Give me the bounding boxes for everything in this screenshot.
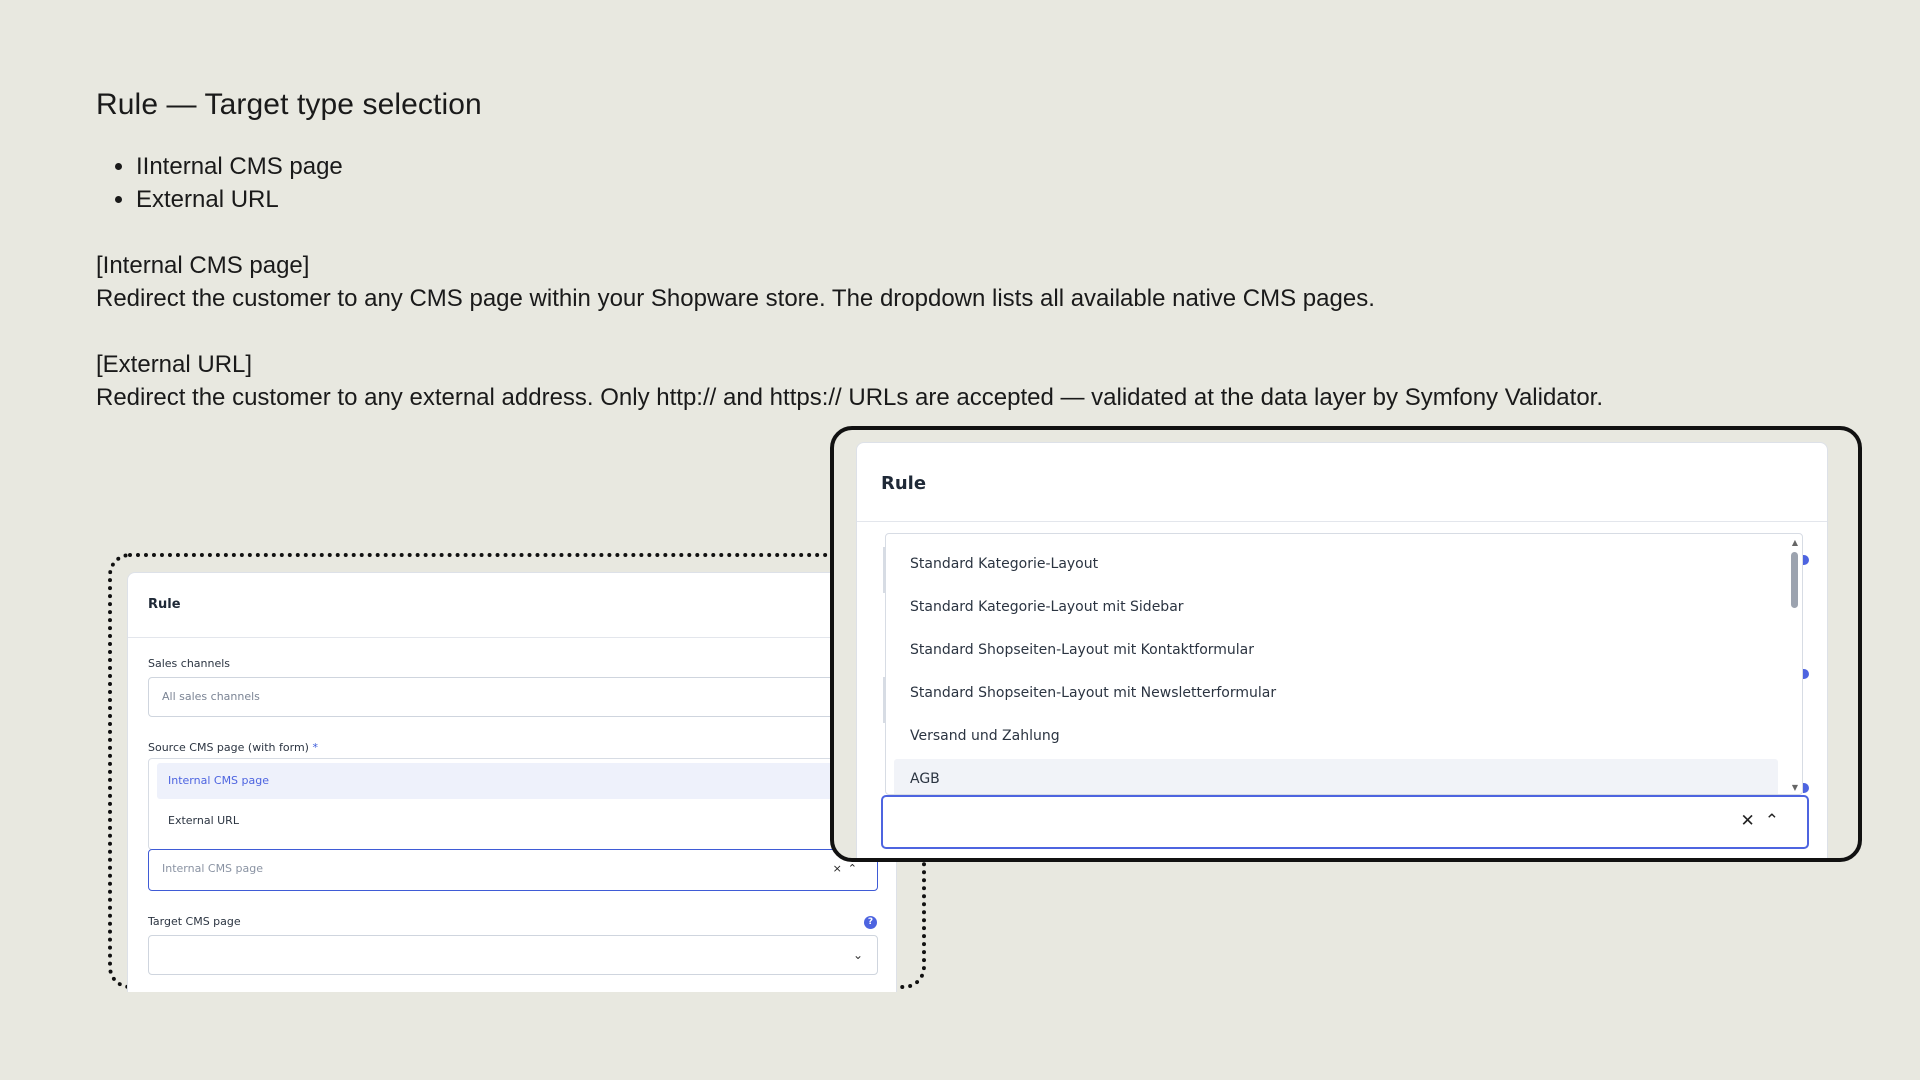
list-item: External URL <box>136 183 1796 216</box>
close-icon[interactable]: ✕ <box>1741 811 1765 831</box>
card-title: Rule <box>857 443 1827 522</box>
option-agb[interactable]: AGB <box>894 759 1778 794</box>
target-type-select[interactable]: Internal CMS page ×⌃ <box>148 849 878 891</box>
rule-card-cms-list: Rule Standard Kategorie-Layout Standard … <box>856 442 1828 858</box>
option-internal-cms-page[interactable]: Internal CMS page <box>157 763 869 799</box>
cms-page-dropdown: Standard Kategorie-Layout Standard Kateg… <box>885 533 1803 795</box>
option-external-url[interactable]: External URL <box>157 803 869 839</box>
target-type-dropdown: Internal CMS page External URL <box>148 758 878 850</box>
scroll-up-icon[interactable]: ▲ <box>1792 538 1798 547</box>
scroll-down-icon[interactable]: ▼ <box>1792 783 1798 792</box>
doc-section: Rule — Target type selection IInternal C… <box>96 88 1796 414</box>
target-type-list: IInternal CMS page External URL <box>136 150 1796 216</box>
target-cms-label: Target CMS page <box>148 915 241 928</box>
close-icon[interactable]: × <box>833 862 848 875</box>
sales-channels-label: Sales channels <box>148 657 231 670</box>
section-internal-text: Redirect the customer to any CMS page wi… <box>96 285 1375 312</box>
required-mark: * <box>312 741 318 754</box>
rule-card-internal: Rule Sales channels All sales channels S… <box>127 572 897 992</box>
section-external-text: Redirect the customer to any external ad… <box>96 384 1604 411</box>
chevron-up-icon[interactable]: ⌃ <box>848 862 863 875</box>
sales-channels-placeholder: All sales channels <box>162 690 260 703</box>
chevron-down-icon: ⌄ <box>852 948 863 962</box>
option-shopseiten-newsletterformular[interactable]: Standard Shopseiten-Layout mit Newslette… <box>894 673 1778 714</box>
source-cms-label: Source CMS page (with form) * <box>148 741 318 754</box>
option-versand-und-zahlung[interactable]: Versand und Zahlung <box>894 716 1778 757</box>
section-external-title: [External URL] <box>96 351 253 378</box>
page-title: Rule — Target type selection <box>96 88 482 121</box>
target-cms-select[interactable]: ⌄ <box>148 935 878 975</box>
cms-page-search-input[interactable]: ✕⌃ <box>881 795 1809 849</box>
option-standard-kategorie-layout[interactable]: Standard Kategorie-Layout <box>894 544 1778 585</box>
list-item: IInternal CMS page <box>136 150 1796 183</box>
scrollbar[interactable]: ▲ ▼ <box>1786 534 1802 794</box>
chevron-up-icon[interactable]: ⌃ <box>1765 811 1789 831</box>
scrollbar-thumb[interactable] <box>1791 552 1798 608</box>
sales-channels-select[interactable]: All sales channels <box>148 677 878 717</box>
target-type-value: Internal CMS page <box>162 862 264 875</box>
card-title: Rule <box>128 573 896 638</box>
help-icon[interactable]: ? <box>864 916 877 929</box>
option-shopseiten-kontaktformular[interactable]: Standard Shopseiten-Layout mit Kontaktfo… <box>894 630 1778 671</box>
option-standard-kategorie-layout-sidebar[interactable]: Standard Kategorie-Layout mit Sidebar <box>894 587 1778 628</box>
section-internal-title: [Internal CMS page] <box>96 252 310 279</box>
solid-frame: Rule Standard Kategorie-Layout Standard … <box>830 426 1862 862</box>
